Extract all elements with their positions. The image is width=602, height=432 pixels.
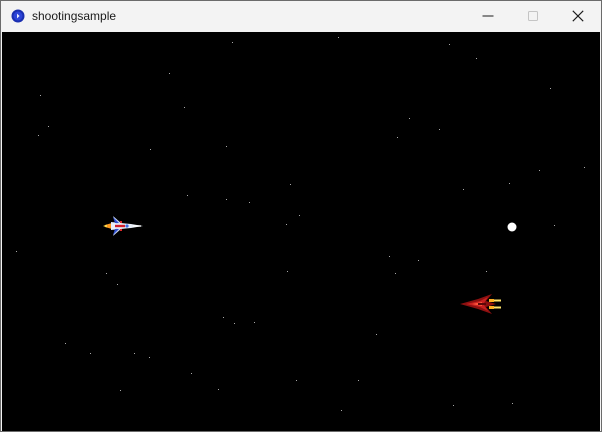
star	[134, 353, 135, 354]
star	[226, 146, 227, 147]
star	[187, 195, 188, 196]
bullet	[507, 222, 517, 232]
title-bar[interactable]: shootingsample	[1, 1, 601, 31]
star	[232, 42, 233, 43]
star	[150, 149, 151, 150]
star	[299, 215, 300, 216]
star	[539, 170, 540, 171]
star	[90, 353, 91, 354]
star	[218, 389, 219, 390]
game-scene	[16, 37, 585, 411]
star	[249, 202, 250, 203]
app-window: shootingsample	[0, 0, 602, 432]
star	[48, 126, 49, 127]
star	[418, 260, 419, 261]
close-button[interactable]	[555, 1, 601, 31]
star	[449, 44, 450, 45]
star	[40, 95, 41, 96]
star	[463, 189, 464, 190]
star	[169, 73, 170, 74]
minimize-icon	[482, 15, 494, 17]
star	[439, 129, 440, 130]
star	[286, 224, 287, 225]
star	[376, 334, 377, 335]
star	[554, 225, 555, 226]
star	[184, 107, 185, 108]
star	[476, 58, 477, 59]
star	[296, 380, 297, 381]
star	[338, 37, 339, 38]
star	[486, 271, 487, 272]
maximize-button[interactable]	[510, 1, 556, 31]
star	[358, 380, 359, 381]
player-ship	[103, 216, 143, 236]
star	[223, 317, 224, 318]
star	[409, 118, 410, 119]
star	[512, 403, 513, 404]
star	[226, 199, 227, 200]
app-icon	[11, 9, 25, 23]
star	[16, 251, 17, 252]
star	[584, 167, 585, 168]
minimize-button[interactable]	[465, 1, 511, 31]
star	[38, 135, 39, 136]
star	[65, 343, 66, 344]
star	[397, 137, 398, 138]
star	[149, 357, 150, 358]
star	[290, 184, 291, 185]
starfield	[16, 37, 585, 411]
star	[395, 273, 396, 274]
star	[341, 410, 342, 411]
maximize-icon	[528, 11, 538, 21]
enemy-ship	[460, 294, 501, 314]
star	[453, 405, 454, 406]
star	[287, 271, 288, 272]
star	[120, 390, 121, 391]
star	[234, 323, 235, 324]
star	[191, 373, 192, 374]
star	[389, 256, 390, 257]
star	[106, 273, 107, 274]
game-canvas[interactable]	[2, 32, 600, 431]
star	[254, 322, 255, 323]
window-title: shootingsample	[32, 9, 117, 23]
close-icon	[572, 10, 584, 22]
star	[117, 284, 118, 285]
star	[550, 88, 551, 89]
star	[509, 183, 510, 184]
